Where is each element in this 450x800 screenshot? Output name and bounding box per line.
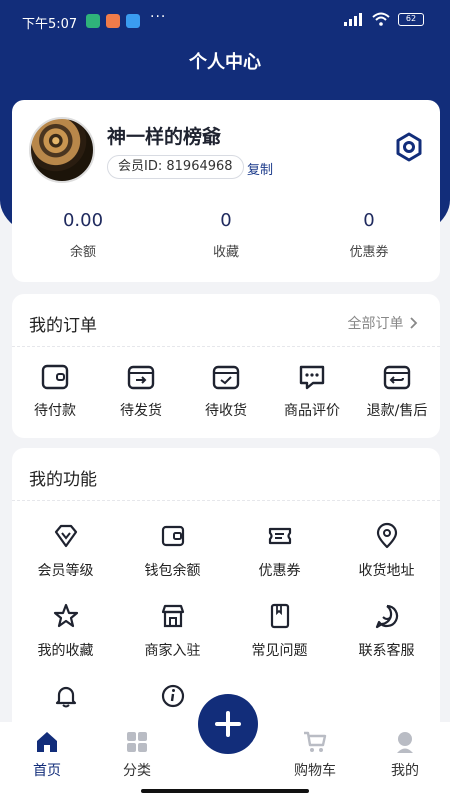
member-id-label: 会员ID: (118, 159, 163, 174)
bell-icon (55, 686, 76, 708)
book-icon (270, 603, 289, 629)
add-button[interactable] (198, 694, 258, 754)
stat-balance[interactable]: 0.00 余额 (12, 210, 154, 260)
tab-cart[interactable]: 购物车 (280, 730, 350, 780)
order-label: 待付款 (34, 403, 76, 419)
order-label: 待发货 (120, 403, 162, 419)
func-label: 会员等级 (37, 563, 94, 579)
func-shipping-address[interactable]: 收货地址 (333, 522, 440, 580)
ticket-icon (268, 527, 291, 545)
plus-icon (215, 711, 241, 737)
wallet-icon (161, 525, 184, 547)
grid-icon (127, 732, 147, 752)
order-pending-payment[interactable]: 待付款 (12, 362, 98, 420)
func-wallet-balance[interactable]: 钱包余额 (119, 522, 226, 580)
wifi-icon (372, 12, 390, 26)
func-coupons[interactable]: 优惠券 (226, 522, 333, 580)
func-my-favorites[interactable]: 我的收藏 (12, 602, 119, 660)
func-label: 收货地址 (358, 563, 415, 579)
battery-icon: 62 (398, 12, 424, 26)
func-customer-service[interactable]: 联系客服 (333, 602, 440, 660)
stat-label: 余额 (69, 245, 96, 260)
order-label: 商品评价 (284, 403, 340, 419)
member-id-badge: 会员ID: 81964968 (107, 155, 244, 179)
chat-bubble-icon (299, 365, 325, 390)
cart-icon (304, 731, 327, 752)
notification-app-icon (106, 14, 120, 28)
wallet-icon (41, 364, 69, 390)
copy-button[interactable]: 复制 (247, 159, 273, 178)
tab-mine[interactable]: 我的 (370, 730, 440, 780)
func-label: 钱包余额 (144, 563, 201, 579)
func-label: 我的收藏 (37, 643, 94, 659)
order-refund-aftersales[interactable]: 退款/售后 (354, 362, 440, 420)
func-label: 商家入驻 (144, 643, 201, 659)
box-arrow-icon (127, 365, 155, 390)
shield-app-icon (86, 14, 100, 28)
profile-card: 神一样的榜爺 会员ID: 81964968 复制 0.00 余额 0 收藏 0 … (12, 100, 440, 282)
stat-favorites[interactable]: 0 收藏 (155, 210, 297, 260)
order-label: 待收货 (205, 403, 247, 419)
tab-label: 首页 (33, 763, 61, 779)
page-title: 个人中心 (189, 52, 261, 73)
signal-icon (344, 12, 362, 26)
func-label: 常见问题 (251, 643, 308, 659)
username: 神一样的榜爺 (107, 126, 222, 148)
status-bar: 下午5:07 ··· 62 (0, 0, 450, 40)
all-orders-label: 全部订单 (347, 316, 404, 332)
stat-value: 0.00 (62, 210, 104, 231)
func-merchant-join[interactable]: 商家入驻 (119, 602, 226, 660)
stat-coupons[interactable]: 0 优惠券 (298, 210, 440, 260)
orders-title: 我的订单 (29, 316, 97, 336)
func-faq[interactable]: 常见问题 (226, 602, 333, 660)
order-pending-receipt[interactable]: 待收货 (183, 362, 269, 420)
functions-title: 我的功能 (29, 470, 97, 490)
settings-icon[interactable] (394, 132, 424, 162)
func-label: 联系客服 (358, 643, 415, 659)
avatar[interactable] (29, 117, 95, 183)
stat-label: 收藏 (212, 245, 239, 260)
chevron-right-icon (410, 317, 418, 329)
stat-value: 0 (363, 210, 375, 231)
tab-label: 购物车 (294, 763, 336, 779)
member-id-value: 81964968 (166, 159, 233, 174)
stat-label: 优惠券 (349, 245, 389, 260)
all-orders-link[interactable]: 全部订单 (348, 313, 418, 333)
info-icon (161, 684, 184, 708)
location-pin-icon (376, 522, 397, 549)
order-label: 退款/售后 (366, 403, 428, 419)
func-label: 优惠券 (258, 563, 301, 579)
divider (12, 346, 440, 347)
func-member-level[interactable]: 会员等级 (12, 522, 119, 580)
message-app-icon (126, 14, 140, 28)
orders-card: 我的订单 全部订单 待付款 待发货 待收货 商品评价 退款/售后 (12, 294, 440, 438)
home-indicator (141, 789, 309, 793)
divider (12, 500, 440, 501)
star-icon (53, 603, 78, 628)
tab-home[interactable]: 首页 (12, 730, 82, 780)
order-pending-shipment[interactable]: 待发货 (98, 362, 184, 420)
diamond-icon (54, 524, 77, 548)
func-notifications[interactable] (12, 682, 119, 720)
tab-label: 我的 (391, 763, 419, 779)
user-icon (397, 732, 413, 753)
chat-round-icon (375, 604, 398, 629)
stat-value: 0 (220, 210, 232, 231)
tab-category[interactable]: 分类 (102, 730, 172, 780)
box-return-icon (383, 365, 411, 390)
order-reviews[interactable]: 商品评价 (269, 362, 355, 420)
home-icon (37, 732, 57, 752)
tab-label: 分类 (123, 763, 151, 779)
storefront-icon (161, 604, 184, 628)
box-check-icon (212, 365, 240, 390)
more-notifications-icon: ··· (150, 9, 167, 25)
status-time: 下午5:07 (22, 17, 78, 32)
